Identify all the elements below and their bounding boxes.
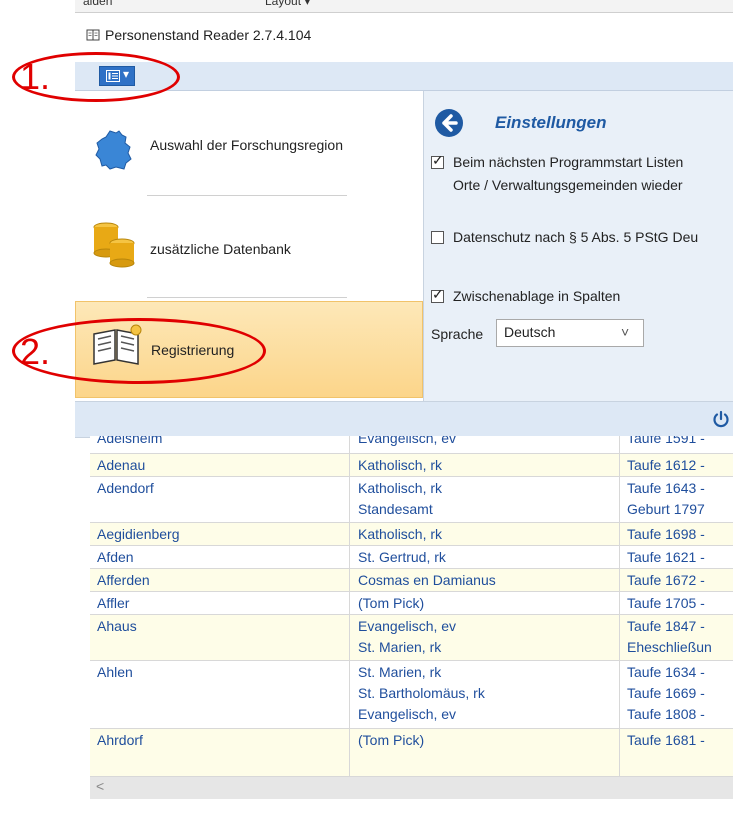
table-row[interactable]: Afden St. Gertrud, rk Taufe 1621 - [90, 546, 733, 569]
record-cell: Taufe 1672 - [627, 572, 705, 588]
table-row[interactable]: Affler (Tom Pick) Taufe 1705 - [90, 592, 733, 615]
column-divider [349, 436, 350, 777]
horizontal-scrollbar[interactable]: < [90, 777, 733, 799]
place-cell: Afden [97, 549, 134, 565]
place-cell: Adelsheim [97, 436, 163, 446]
menu-divider [147, 297, 347, 298]
book-app-icon [86, 29, 100, 41]
parish-cell: St. Gertrud, rk [358, 549, 446, 565]
table-row[interactable]: Aegidienberg Katholisch, rk Taufe 1698 - [90, 523, 733, 546]
settings-title: Einstellungen [495, 113, 607, 132]
option-label: Datenschutz nach § 5 Abs. 5 PStG Deu [453, 229, 699, 245]
record-cell: Taufe 1681 - [627, 732, 705, 748]
backstage-footer [75, 401, 733, 438]
record-cell: Taufe 1705 - [627, 595, 705, 611]
table-row[interactable]: Adelsheim Evangelisch, ev Taufe 1591 - [90, 436, 733, 454]
parish-cell: Katholisch, rk [358, 480, 443, 496]
toolbar-fragment-text: aiden [83, 0, 113, 8]
record-cell: Taufe 1591 - [627, 436, 705, 446]
language-label: Sprache [431, 326, 484, 342]
parish-cell: Katholisch, rk [358, 526, 443, 542]
record-cell: Taufe 1643 - [627, 480, 705, 496]
place-cell: Afferden [97, 572, 150, 588]
option-label: Beim nächsten Programmstart Listen [453, 154, 684, 170]
record-cell: Taufe 1847 - [627, 618, 705, 634]
record-cell: Taufe 1698 - [627, 526, 705, 542]
parish-cell: (Tom Pick) [358, 732, 425, 748]
table-row[interactable]: Ahlen St. Marien, rk St. Bartholomäus, r… [90, 661, 733, 729]
parish-cell: Cosmas en Damianus [358, 572, 496, 588]
menu-item-label: Auswahl der Forschungsregion [150, 137, 343, 153]
option-label-continued: Orte / Verwaltungsgemeinden wieder [453, 177, 683, 193]
app-title: Personenstand Reader 2.7.4.104 [105, 27, 312, 43]
power-icon[interactable] [712, 410, 730, 428]
menu-item-additional-database[interactable]: zusätzliche Datenbank [75, 197, 423, 295]
place-cell: Affler [97, 595, 130, 611]
place-cell: Ahaus [97, 618, 137, 634]
restore-lists-checkbox[interactable]: ✓ [431, 152, 444, 169]
option-label: Zwischenablage in Spalten [453, 288, 621, 304]
place-cell: Adenau [97, 457, 146, 473]
parish-cell: St. Marien, rk [358, 664, 442, 680]
table-row[interactable]: Afferden Cosmas en Damianus Taufe 1672 - [90, 569, 733, 592]
record-cell: Eheschließun [627, 639, 712, 655]
germany-map-icon [95, 130, 132, 170]
parish-cell: Evangelisch, ev [358, 706, 457, 722]
check-icon: ✓ [432, 286, 444, 302]
record-cell: Taufe 1669 - [627, 685, 705, 701]
table-row[interactable]: Ahrdorf (Tom Pick) Taufe 1681 - [90, 729, 733, 777]
parish-cell: Evangelisch, ev [358, 436, 457, 446]
table-row[interactable]: Adenau Katholisch, rk Taufe 1612 - [90, 454, 733, 477]
place-cell: Aegidienberg [97, 526, 180, 542]
record-cell: Geburt 1797 [627, 501, 705, 517]
record-cell: Taufe 1612 - [627, 457, 705, 473]
record-cell: Taufe 1621 - [627, 549, 705, 565]
menu-item-research-region[interactable]: Auswahl der Forschungsregion [75, 91, 423, 191]
language-select[interactable]: Deutsch ˅ [496, 319, 644, 347]
parish-cell: Katholisch, rk [358, 457, 443, 473]
place-cell: Adendorf [97, 480, 154, 496]
data-protection-checkbox[interactable] [431, 231, 444, 244]
parish-cell: (Tom Pick) [358, 595, 425, 611]
window-title-bar: Personenstand Reader 2.7.4.104 [75, 13, 733, 61]
parish-cell: Evangelisch, ev [358, 618, 457, 634]
parish-cell: St. Bartholomäus, rk [358, 685, 485, 701]
record-cell: Taufe 1634 - [627, 664, 705, 680]
record-cell: Taufe 1808 - [627, 706, 705, 722]
background-toolbar-strip: aiden Layout ▾ [75, 0, 733, 13]
parish-cell: Standesamt [358, 501, 433, 517]
back-arrow-icon[interactable] [433, 107, 465, 139]
language-value: Deutsch [504, 324, 556, 340]
place-cell: Ahlen [97, 664, 133, 680]
annotation-number-2: 2. [20, 331, 51, 372]
settings-panel: Einstellungen ✓ Beim nächsten Programmst… [424, 91, 733, 401]
annotation-number-1: 1. [20, 56, 51, 97]
parish-cell: St. Marien, rk [358, 639, 442, 655]
place-cell: Ahrdorf [97, 732, 143, 748]
scroll-left-arrow[interactable]: < [96, 778, 104, 794]
chevron-down-icon: ˅ [621, 324, 630, 340]
clipboard-columns-checkbox[interactable]: ✓ [431, 286, 444, 303]
table-row[interactable]: Ahaus Evangelisch, ev St. Marien, rk Tau… [90, 615, 733, 661]
menu-item-label: zusätzliche Datenbank [150, 241, 291, 257]
menu-divider [147, 195, 347, 196]
column-divider [619, 436, 620, 777]
check-icon: ✓ [432, 152, 444, 168]
coins-database-icon [93, 222, 135, 268]
layout-dropdown[interactable]: Layout ▾ [265, 0, 310, 8]
table-row[interactable]: Adendorf Katholisch, rk Standesamt Taufe… [90, 477, 733, 523]
annotation-ellipse-2 [12, 318, 266, 384]
